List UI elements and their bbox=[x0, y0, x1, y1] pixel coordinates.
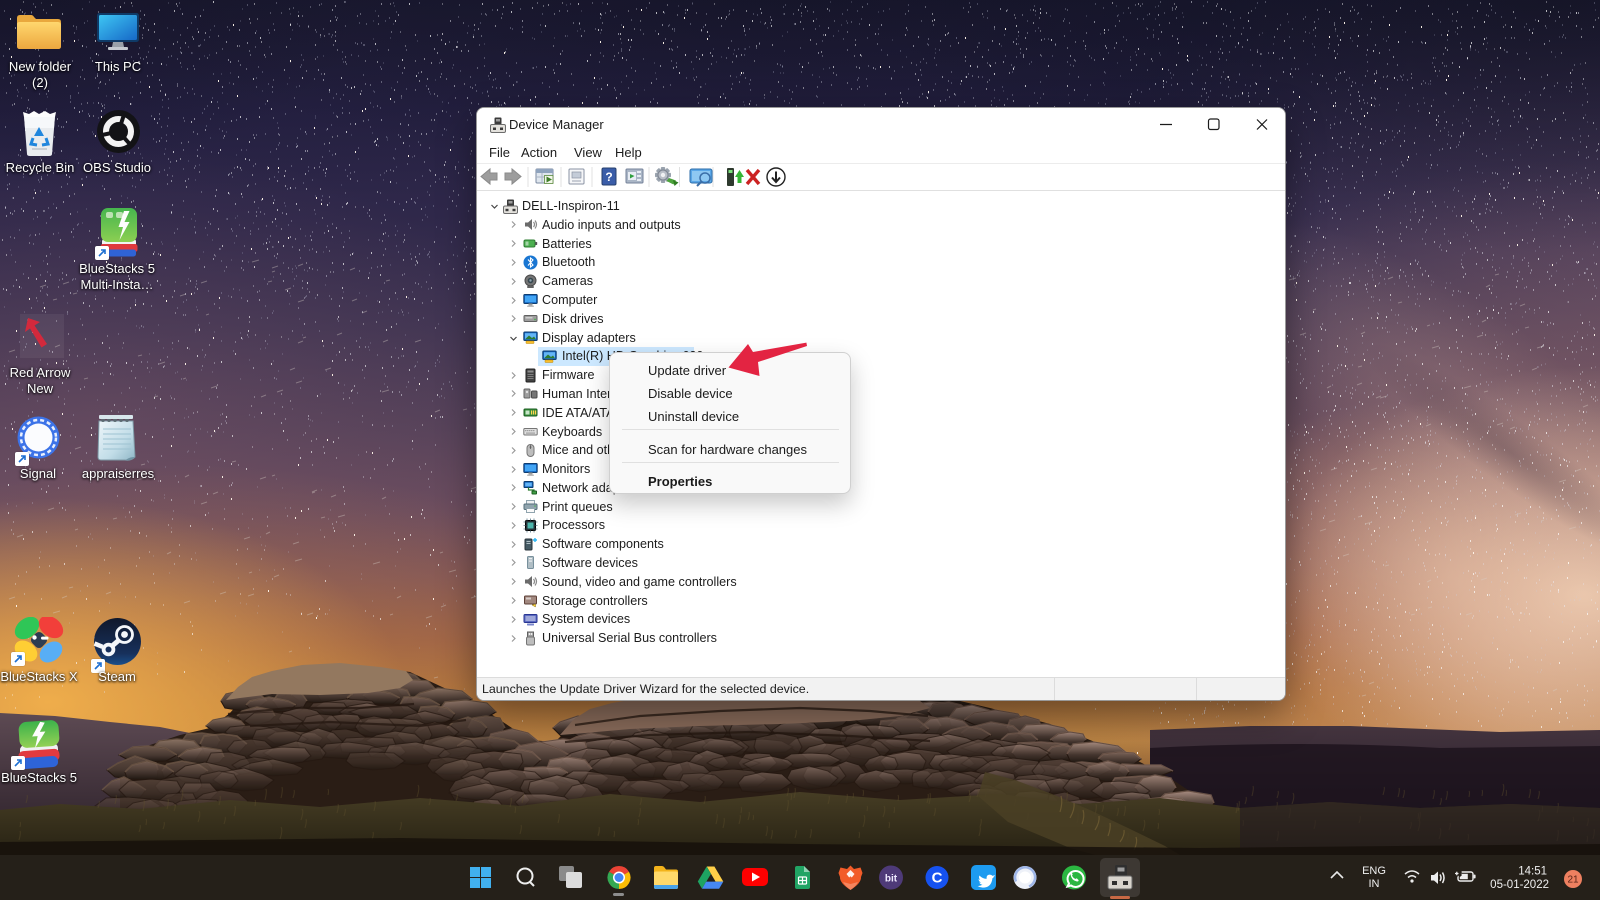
svg-text:bit: bit bbox=[885, 874, 898, 885]
svg-text:?: ? bbox=[605, 170, 612, 184]
svg-text:14:51: 14:51 bbox=[1518, 866, 1547, 878]
svg-text:05-01-2022: 05-01-2022 bbox=[1490, 879, 1549, 891]
svg-text:C: C bbox=[932, 870, 943, 887]
svg-text:21: 21 bbox=[1567, 875, 1579, 886]
svg-text:IN: IN bbox=[1369, 878, 1380, 890]
svg-text:ENG: ENG bbox=[1362, 865, 1386, 877]
